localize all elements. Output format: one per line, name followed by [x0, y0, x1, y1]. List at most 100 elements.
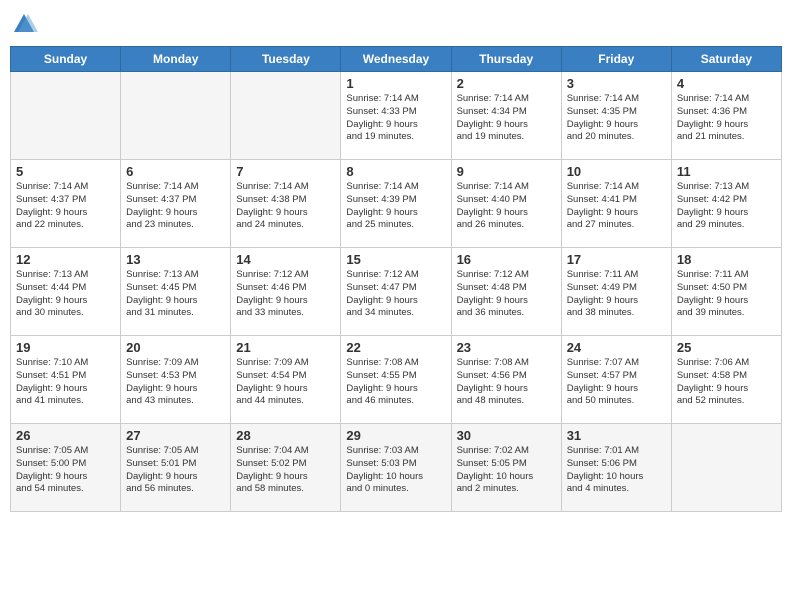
day-info: Sunrise: 7:14 AM Sunset: 4:41 PM Dayligh… — [567, 181, 666, 232]
day-info: Sunrise: 7:14 AM Sunset: 4:37 PM Dayligh… — [16, 181, 115, 232]
day-header-friday: Friday — [561, 47, 671, 72]
day-info: Sunrise: 7:10 AM Sunset: 4:51 PM Dayligh… — [16, 357, 115, 408]
calendar-cell — [671, 424, 781, 512]
calendar-cell: 29Sunrise: 7:03 AM Sunset: 5:03 PM Dayli… — [341, 424, 451, 512]
day-info: Sunrise: 7:09 AM Sunset: 4:54 PM Dayligh… — [236, 357, 335, 408]
day-header-wednesday: Wednesday — [341, 47, 451, 72]
day-info: Sunrise: 7:14 AM Sunset: 4:33 PM Dayligh… — [346, 93, 445, 144]
day-info: Sunrise: 7:05 AM Sunset: 5:00 PM Dayligh… — [16, 445, 115, 496]
calendar-cell: 15 Sunrise: 7:12 AM Sunset: 4:47 PM Dayli… — [341, 248, 451, 336]
calendar-cell: 6 Sunrise: 7:14 AM Sunset: 4:37 PM Daylig… — [121, 160, 231, 248]
calendar-cell: 8 Sunrise: 7:14 AM Sunset: 4:39 PM Daylig… — [341, 160, 451, 248]
calendar-cell: 28 Sunrise: 7:04 AM Sunset: 5:02 PM Dayli… — [231, 424, 341, 512]
day-number: 5 — [16, 164, 115, 179]
day-info: Sunrise: 7:13 AM Sunset: 4:42 PM Dayligh… — [677, 181, 776, 232]
day-number: 9 — [457, 164, 556, 179]
day-info: Sunrise: 7:11 AM Sunset: 4:50 PM Dayligh… — [677, 269, 776, 320]
day-number: 19 — [16, 340, 115, 355]
day-number: 24 — [567, 340, 666, 355]
calendar-cell — [121, 72, 231, 160]
day-info: Sunrise: 7:14 AM Sunset: 4:37 PM Dayligh… — [126, 181, 225, 232]
calendar-cell: 21Sunrise: 7:09 AM Sunset: 4:54 PM Dayli… — [231, 336, 341, 424]
day-number: 22 — [346, 340, 445, 355]
calendar-cell: 30 Sunrise: 7:02 AM Sunset: 5:05 PM Dayli… — [451, 424, 561, 512]
day-number: 17 — [567, 252, 666, 267]
calendar-week-row: 5 Sunrise: 7:14 AM Sunset: 4:37 PM Daylig… — [11, 160, 782, 248]
day-number: 20 — [126, 340, 225, 355]
day-info: Sunrise: 7:14 AM Sunset: 4:38 PM Dayligh… — [236, 181, 335, 232]
day-number: 13 — [126, 252, 225, 267]
calendar-cell: 19 Sunrise: 7:10 AM Sunset: 4:51 PM Dayli… — [11, 336, 121, 424]
calendar-cell: 9 Sunrise: 7:14 AM Sunset: 4:40 PM Daylig… — [451, 160, 561, 248]
calendar-cell: 3 Sunrise: 7:14 AM Sunset: 4:35 PM Daylig… — [561, 72, 671, 160]
day-info: Sunrise: 7:12 AM Sunset: 4:48 PM Dayligh… — [457, 269, 556, 320]
day-info: Sunrise: 7:02 AM Sunset: 5:05 PM Dayligh… — [457, 445, 556, 496]
day-number: 18 — [677, 252, 776, 267]
calendar-week-row: 26 Sunrise: 7:05 AM Sunset: 5:00 PM Dayli… — [11, 424, 782, 512]
calendar-cell: 26 Sunrise: 7:05 AM Sunset: 5:00 PM Dayli… — [11, 424, 121, 512]
calendar-cell: 13 Sunrise: 7:13 AM Sunset: 4:45 PM Dayli… — [121, 248, 231, 336]
day-number: 8 — [346, 164, 445, 179]
day-info: Sunrise: 7:14 AM Sunset: 4:40 PM Dayligh… — [457, 181, 556, 232]
day-number: 11 — [677, 164, 776, 179]
day-number: 28 — [236, 428, 335, 443]
calendar-cell: 20Sunrise: 7:09 AM Sunset: 4:53 PM Dayli… — [121, 336, 231, 424]
day-header-tuesday: Tuesday — [231, 47, 341, 72]
calendar-cell: 4 Sunrise: 7:14 AM Sunset: 4:36 PM Daylig… — [671, 72, 781, 160]
calendar-cell: 22 Sunrise: 7:08 AM Sunset: 4:55 PM Dayli… — [341, 336, 451, 424]
day-info: Sunrise: 7:14 AM Sunset: 4:35 PM Dayligh… — [567, 93, 666, 144]
calendar-cell: 5 Sunrise: 7:14 AM Sunset: 4:37 PM Daylig… — [11, 160, 121, 248]
day-number: 26 — [16, 428, 115, 443]
day-info: Sunrise: 7:08 AM Sunset: 4:55 PM Dayligh… — [346, 357, 445, 408]
day-info: Sunrise: 7:12 AM Sunset: 4:46 PM Dayligh… — [236, 269, 335, 320]
calendar-cell: 12Sunrise: 7:13 AM Sunset: 4:44 PM Dayli… — [11, 248, 121, 336]
calendar-cell: 24 Sunrise: 7:07 AM Sunset: 4:57 PM Dayli… — [561, 336, 671, 424]
day-number: 23 — [457, 340, 556, 355]
calendar-cell: 2 Sunrise: 7:14 AM Sunset: 4:34 PM Daylig… — [451, 72, 561, 160]
logo — [10, 10, 42, 38]
calendar-cell: 27 Sunrise: 7:05 AM Sunset: 5:01 PM Dayli… — [121, 424, 231, 512]
day-header-thursday: Thursday — [451, 47, 561, 72]
calendar-cell — [231, 72, 341, 160]
calendar-cell: 14 Sunrise: 7:12 AM Sunset: 4:46 PM Dayli… — [231, 248, 341, 336]
day-number: 31 — [567, 428, 666, 443]
day-number: 6 — [126, 164, 225, 179]
calendar-cell: 16 Sunrise: 7:12 AM Sunset: 4:48 PM Dayli… — [451, 248, 561, 336]
day-number: 3 — [567, 76, 666, 91]
calendar-cell: 11 Sunrise: 7:13 AM Sunset: 4:42 PM Dayli… — [671, 160, 781, 248]
calendar-cell: 31 Sunrise: 7:01 AM Sunset: 5:06 PM Dayli… — [561, 424, 671, 512]
day-number: 15 — [346, 252, 445, 267]
day-info: Sunrise: 7:01 AM Sunset: 5:06 PM Dayligh… — [567, 445, 666, 496]
day-number: 7 — [236, 164, 335, 179]
day-number: 4 — [677, 76, 776, 91]
day-info: Sunrise: 7:05 AM Sunset: 5:01 PM Dayligh… — [126, 445, 225, 496]
day-info: Sunrise: 7:14 AM Sunset: 4:36 PM Dayligh… — [677, 93, 776, 144]
calendar-cell: 25 Sunrise: 7:06 AM Sunset: 4:58 PM Dayli… — [671, 336, 781, 424]
day-info: Sunrise: 7:13 AM Sunset: 4:45 PM Dayligh… — [126, 269, 225, 320]
day-number: 30 — [457, 428, 556, 443]
calendar-week-row: 12Sunrise: 7:13 AM Sunset: 4:44 PM Dayli… — [11, 248, 782, 336]
day-number: 29 — [346, 428, 445, 443]
calendar-header-row: SundayMondayTuesdayWednesdayThursdayFrid… — [11, 47, 782, 72]
day-number: 12 — [16, 252, 115, 267]
day-number: 14 — [236, 252, 335, 267]
day-number: 27 — [126, 428, 225, 443]
day-info: Sunrise: 7:08 AM Sunset: 4:56 PM Dayligh… — [457, 357, 556, 408]
calendar-cell: 1Sunrise: 7:14 AM Sunset: 4:33 PM Daylig… — [341, 72, 451, 160]
day-number: 25 — [677, 340, 776, 355]
day-number: 10 — [567, 164, 666, 179]
calendar-cell — [11, 72, 121, 160]
day-number: 16 — [457, 252, 556, 267]
day-info: Sunrise: 7:06 AM Sunset: 4:58 PM Dayligh… — [677, 357, 776, 408]
day-header-sunday: Sunday — [11, 47, 121, 72]
calendar-cell: 17 Sunrise: 7:11 AM Sunset: 4:49 PM Dayli… — [561, 248, 671, 336]
day-info: Sunrise: 7:07 AM Sunset: 4:57 PM Dayligh… — [567, 357, 666, 408]
day-info: Sunrise: 7:14 AM Sunset: 4:34 PM Dayligh… — [457, 93, 556, 144]
day-info: Sunrise: 7:11 AM Sunset: 4:49 PM Dayligh… — [567, 269, 666, 320]
calendar-cell: 23 Sunrise: 7:08 AM Sunset: 4:56 PM Dayli… — [451, 336, 561, 424]
day-number: 2 — [457, 76, 556, 91]
day-info: Sunrise: 7:04 AM Sunset: 5:02 PM Dayligh… — [236, 445, 335, 496]
day-info: Sunrise: 7:12 AM Sunset: 4:47 PM Dayligh… — [346, 269, 445, 320]
page-header — [10, 10, 782, 38]
day-info: Sunrise: 7:14 AM Sunset: 4:39 PM Dayligh… — [346, 181, 445, 232]
